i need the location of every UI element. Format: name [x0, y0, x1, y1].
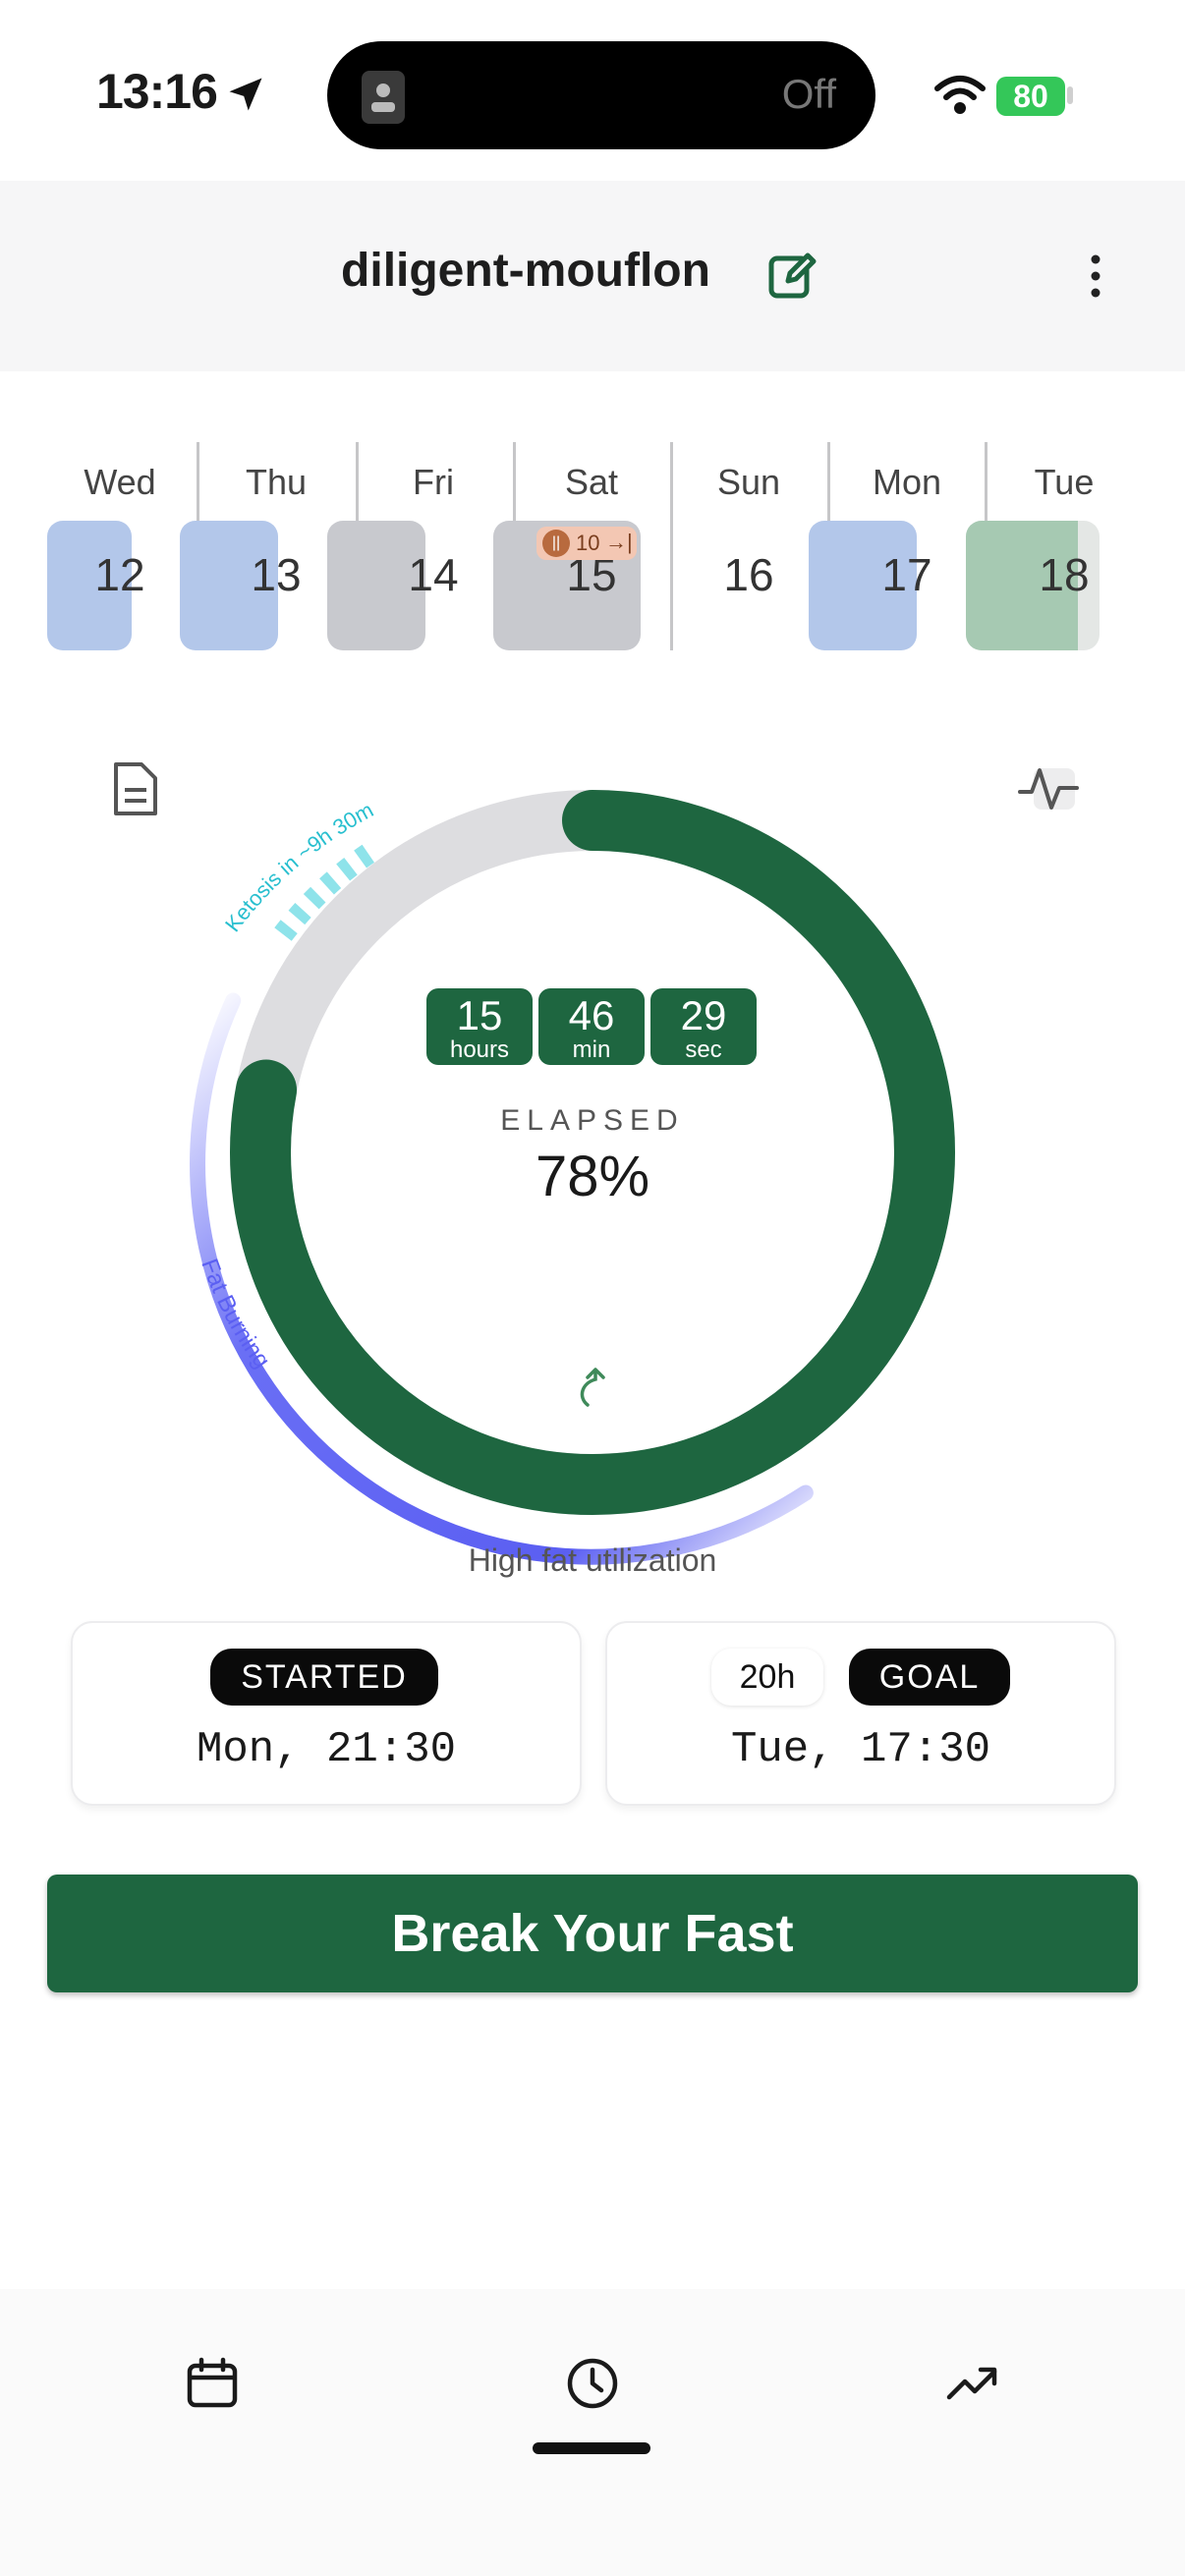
reset-icon[interactable] [568, 1362, 617, 1411]
status-time: 13:16 [96, 64, 218, 119]
day-sat[interactable]: Sat 15 || 10 →| [493, 462, 670, 688]
calendar-icon[interactable] [185, 2356, 240, 2411]
day-name: Fri [413, 462, 454, 502]
seconds-box: 29 sec [650, 988, 757, 1065]
elapsed-percent: 78% [535, 1145, 650, 1208]
day-number: 17 [881, 549, 932, 600]
day-name: Tue [1034, 462, 1095, 502]
started-time: Mon, 21:30 [196, 1725, 457, 1774]
day-mon[interactable]: Mon 17 [809, 462, 986, 688]
day-name: Sun [716, 462, 781, 502]
active-tab-indicator [533, 2442, 650, 2454]
day-tue[interactable]: Tue 18 [966, 462, 1143, 688]
document-icon[interactable] [110, 760, 161, 817]
day-name: Mon [872, 462, 942, 502]
day-number: 18 [1039, 549, 1090, 600]
day-name: Sat [564, 462, 619, 502]
skip-icon: →| [605, 530, 633, 554]
location-arrow-icon [229, 78, 262, 111]
hours-unit: hours [449, 1036, 510, 1063]
minutes-box: 46 min [538, 988, 645, 1065]
goal-pill: GOAL [849, 1649, 1010, 1706]
clock-icon[interactable] [565, 2356, 620, 2411]
started-card[interactable]: STARTED Mon, 21:30 [71, 1621, 582, 1806]
island-label: Off [781, 71, 836, 117]
goal-hours-pill[interactable]: 20h [711, 1649, 823, 1706]
seconds-value: 29 [680, 992, 727, 1038]
pause-icon: || [542, 530, 570, 557]
phase-label: High fat utilization [468, 1542, 717, 1578]
hours-value: 15 [456, 992, 503, 1038]
pause-badge: || 10 →| [536, 527, 637, 560]
battery-indicator: 80 [996, 77, 1065, 116]
dynamic-island: Off [327, 41, 875, 149]
day-name: Wed [84, 462, 156, 502]
day-wed[interactable]: Wed 12 [41, 462, 198, 688]
goal-card[interactable]: 20h GOAL Tue, 17:30 [605, 1621, 1116, 1806]
wifi-icon [934, 76, 986, 114]
edit-icon[interactable] [766, 250, 818, 301]
more-vertical-icon[interactable] [1081, 252, 1110, 301]
started-pill: STARTED [210, 1649, 438, 1706]
page-title: diligent-mouflon [341, 245, 710, 297]
day-number: 16 [723, 549, 774, 600]
day-name: Thu [245, 462, 308, 502]
day-fri[interactable]: Fri 14 [327, 462, 512, 688]
pulse-icon[interactable] [1018, 762, 1079, 815]
trend-icon[interactable] [945, 2356, 1000, 2411]
elapsed-label: ELAPSED [500, 1104, 685, 1137]
seconds-unit: sec [685, 1036, 722, 1063]
bottom-nav [0, 2289, 1185, 2576]
hours-box: 15 hours [426, 988, 533, 1065]
day-number: 12 [94, 549, 145, 600]
break-fast-button[interactable]: Break Your Fast [47, 1875, 1138, 1992]
day-sun[interactable]: Sun 16 [670, 462, 827, 688]
minutes-unit: min [572, 1036, 611, 1063]
battery-cap [1067, 86, 1073, 104]
goal-time: Tue, 17:30 [730, 1725, 991, 1774]
minutes-value: 46 [568, 992, 615, 1038]
day-number: 14 [408, 549, 459, 600]
id-badge-icon [362, 71, 405, 124]
pause-badge-count: 10 [576, 531, 600, 555]
